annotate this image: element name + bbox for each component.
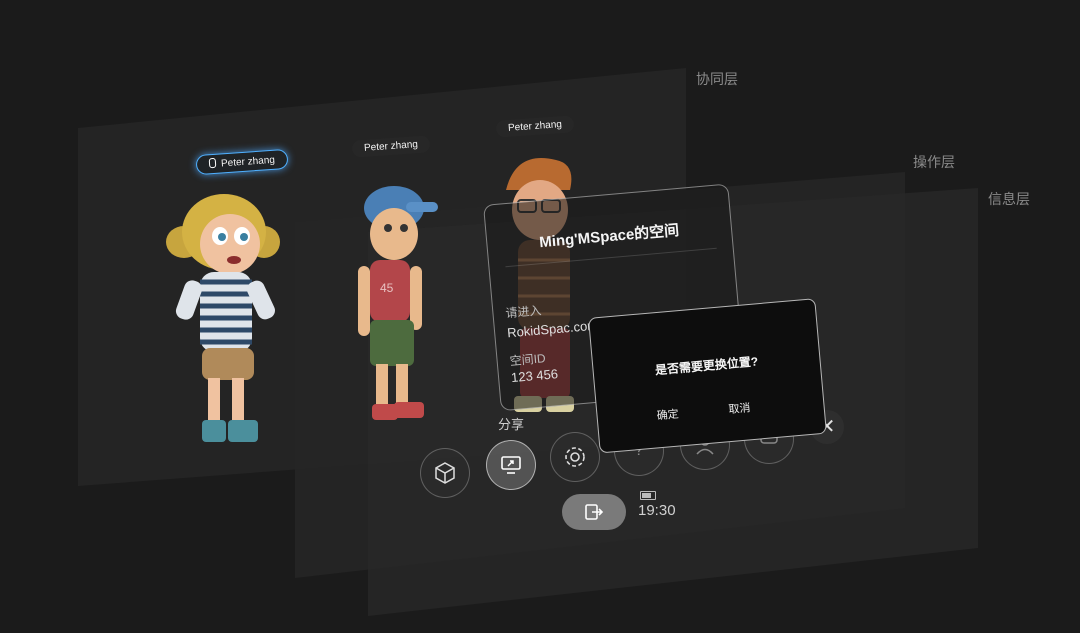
user-name: Peter zhang: [220, 154, 276, 170]
avatar-girl[interactable]: [160, 182, 290, 452]
cancel-button[interactable]: 取消: [715, 398, 764, 418]
cube-icon: [435, 462, 455, 484]
user-name: Peter zhang: [507, 119, 563, 134]
gear-icon: [565, 447, 585, 467]
instruction-text: 请进入: [504, 303, 543, 321]
collab-layer-label: 协同层: [696, 71, 738, 87]
share-label: 分享: [498, 417, 525, 432]
settings-button[interactable]: [550, 432, 600, 482]
avatar-boy-cap[interactable]: 45: [354, 182, 444, 432]
clock-time: 19:30: [638, 502, 676, 519]
info-layer-label: 信息层: [988, 191, 1030, 207]
relocate-dialog: 是否需要更换位置? 确定 取消: [588, 298, 827, 454]
space-id-label: 空间ID: [509, 351, 547, 369]
dialog-question: 是否需要更换位置?: [654, 354, 759, 378]
user-name: Peter zhang: [363, 139, 419, 154]
screen-share-button[interactable]: [486, 440, 536, 490]
microphone-icon: [208, 157, 217, 169]
exit-icon: [585, 504, 604, 520]
3d-model-button[interactable]: [420, 448, 470, 498]
screen-share-icon: [501, 456, 521, 474]
svg-text:45: 45: [380, 281, 394, 295]
confirm-button[interactable]: 确定: [643, 404, 692, 424]
space-id-value: 123 456: [510, 366, 559, 386]
battery-icon: [640, 491, 656, 500]
exit-button[interactable]: [562, 494, 626, 530]
operation-layer-label: 操作层: [913, 154, 955, 170]
